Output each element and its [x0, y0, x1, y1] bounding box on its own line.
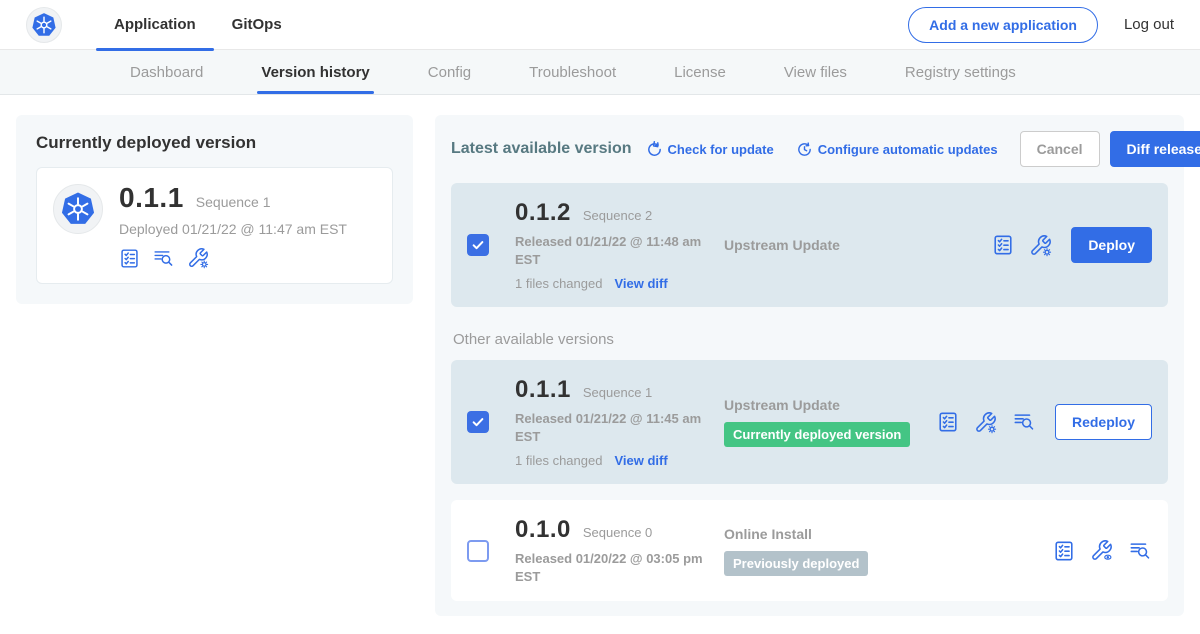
deployed-timestamp: Deployed 01/21/22 @ 11:47 am EST [119, 221, 347, 237]
available-versions-panel: Latest available version Check for updat… [435, 115, 1184, 616]
currently-deployed-badge: Currently deployed version [724, 422, 910, 447]
latest-available-title: Latest available version [451, 140, 632, 158]
app-sub-navigation: Dashboard Version history Config Trouble… [0, 50, 1200, 95]
released-timestamp: Released 01/21/22 @ 11:48 am EST [515, 233, 710, 268]
cancel-button[interactable]: Cancel [1020, 131, 1100, 167]
deploy-logs-icon[interactable] [152, 248, 175, 269]
sequence-label: Sequence 0 [583, 525, 652, 540]
edit-config-icon[interactable] [187, 247, 209, 269]
released-timestamp: Released 01/21/22 @ 11:45 am EST [515, 410, 710, 445]
subtab-registry-settings[interactable]: Registry settings [905, 50, 1016, 94]
files-changed-label: 1 files changed [515, 453, 602, 468]
refresh-icon [646, 141, 663, 158]
tab-application[interactable]: Application [96, 0, 214, 50]
sequence-label: Sequence 1 [583, 385, 652, 400]
subtab-view-files[interactable]: View files [784, 50, 847, 94]
deployed-sequence-label: Sequence 1 [196, 194, 271, 210]
subtab-config[interactable]: Config [428, 50, 471, 94]
diff-releases-button[interactable]: Diff releases [1110, 131, 1200, 167]
check-for-update-link[interactable]: Check for update [646, 141, 774, 158]
check-for-update-label: Check for update [668, 142, 774, 157]
version-source-label: Upstream Update [724, 237, 992, 253]
version-source-label: Online Install [724, 526, 1053, 542]
preflight-checklist-icon[interactable] [992, 234, 1014, 256]
preflight-checklist-icon[interactable] [1053, 540, 1075, 562]
version-row-0-1-2: 0.1.2 Sequence 2 Released 01/21/22 @ 11:… [451, 183, 1168, 307]
deployed-version-card: 0.1.1 Sequence 1 Deployed 01/21/22 @ 11:… [36, 167, 393, 284]
version-checkbox[interactable] [467, 234, 489, 256]
sequence-label: Sequence 2 [583, 208, 652, 223]
edit-config-icon[interactable] [974, 411, 997, 434]
version-number: 0.1.1 [515, 376, 571, 404]
preflight-checklist-icon[interactable] [937, 411, 959, 433]
configure-automatic-updates-link[interactable]: Configure automatic updates [796, 141, 998, 158]
view-diff-link[interactable]: View diff [614, 276, 667, 291]
app-icon-kubernetes [53, 184, 103, 234]
version-row-0-1-0: 0.1.0 Sequence 0 Released 01/20/22 @ 03:… [451, 500, 1168, 601]
deployed-version-number: 0.1.1 [119, 182, 184, 214]
version-number: 0.1.0 [515, 516, 571, 544]
currently-deployed-panel: Currently deployed version 0.1.1 Sequenc… [16, 115, 413, 304]
add-new-application-button[interactable]: Add a new application [908, 7, 1098, 43]
released-timestamp: Released 01/20/22 @ 03:05 pm EST [515, 550, 710, 585]
kubernetes-logo [26, 7, 62, 43]
currently-deployed-title: Currently deployed version [36, 133, 393, 153]
version-number: 0.1.2 [515, 199, 571, 227]
subtab-license[interactable]: License [674, 50, 726, 94]
subtab-version-history[interactable]: Version history [261, 50, 369, 94]
view-config-icon[interactable] [1090, 539, 1113, 562]
subtab-troubleshoot[interactable]: Troubleshoot [529, 50, 616, 94]
logout-button[interactable]: Log out [1124, 16, 1174, 33]
clock-refresh-icon [796, 141, 813, 158]
view-diff-link[interactable]: View diff [614, 453, 667, 468]
deploy-logs-icon[interactable] [1012, 411, 1036, 433]
top-navigation: Application GitOps Add a new application… [0, 0, 1200, 50]
version-row-0-1-1: 0.1.1 Sequence 1 Released 01/21/22 @ 11:… [451, 360, 1168, 484]
version-source-label: Upstream Update [724, 397, 937, 413]
files-changed-label: 1 files changed [515, 276, 602, 291]
edit-config-icon[interactable] [1029, 234, 1052, 257]
redeploy-button[interactable]: Redeploy [1055, 404, 1152, 440]
preflight-checklist-icon[interactable] [119, 248, 140, 269]
previously-deployed-badge: Previously deployed [724, 551, 868, 576]
version-checkbox[interactable] [467, 540, 489, 562]
deploy-logs-icon[interactable] [1128, 540, 1152, 562]
other-versions-title: Other available versions [453, 331, 1168, 348]
configure-automatic-updates-label: Configure automatic updates [818, 142, 998, 157]
version-checkbox[interactable] [467, 411, 489, 433]
deploy-button[interactable]: Deploy [1071, 227, 1152, 263]
tab-gitops[interactable]: GitOps [214, 0, 300, 50]
subtab-dashboard[interactable]: Dashboard [130, 50, 203, 94]
